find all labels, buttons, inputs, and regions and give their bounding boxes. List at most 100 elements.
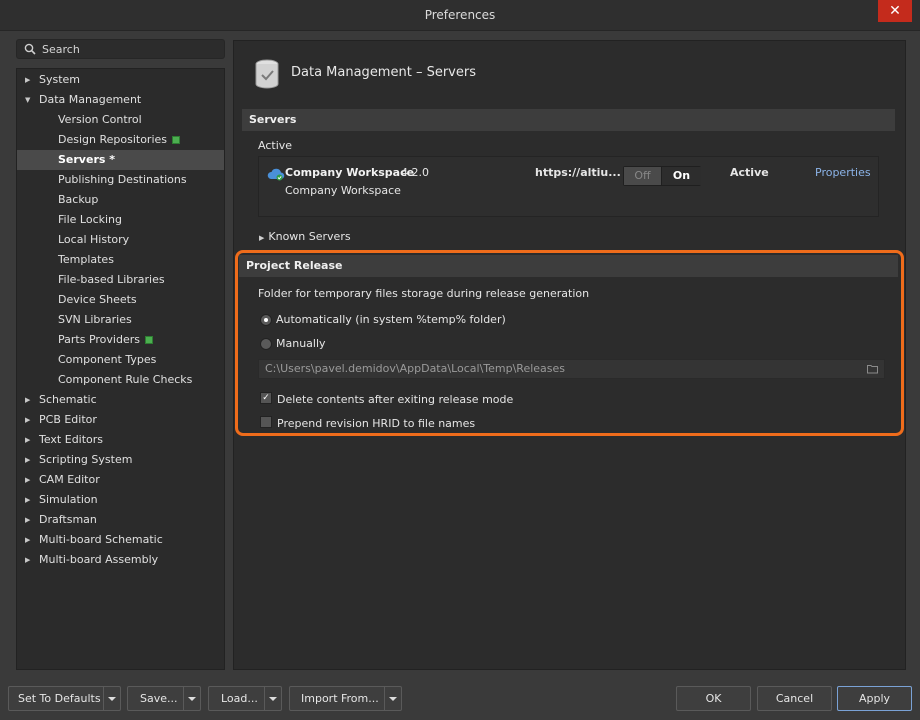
tree-item-label: Local History xyxy=(58,233,130,246)
tree-item-label: Text Editors xyxy=(39,433,104,446)
chevron-right-icon: ▶ xyxy=(259,234,265,242)
tree-item[interactable]: ▶ Schematic xyxy=(17,390,224,410)
tree-item-label: Servers * xyxy=(58,153,115,166)
tree-item-label: Device Sheets xyxy=(58,293,137,306)
title-bar: Preferences ✕ xyxy=(0,0,920,31)
cloud-icon xyxy=(267,168,285,181)
chevron-right-icon[interactable]: ▶ xyxy=(25,550,30,570)
tree-item[interactable]: Local History xyxy=(17,230,224,250)
tree-item[interactable]: ▼ Data Management xyxy=(17,90,224,110)
tree-item[interactable]: ▶ System xyxy=(17,70,224,90)
tree-item-label: PCB Editor xyxy=(39,413,97,426)
preferences-tree: ▶ System ▼ Data Management Version Control De… xyxy=(16,68,225,670)
tree-item[interactable]: ▶ PCB Editor xyxy=(17,410,224,430)
server-version: 4.2.0 xyxy=(401,166,429,179)
tree-item[interactable]: ▶ CAM Editor xyxy=(17,470,224,490)
server-status: Active xyxy=(730,166,769,179)
tree-item[interactable]: Design Repositories xyxy=(17,130,224,150)
cancel-button[interactable]: Cancel xyxy=(757,686,832,711)
tree-item-label: Scripting System xyxy=(39,453,133,466)
tree-item[interactable]: Servers * xyxy=(17,150,224,170)
tree-item[interactable]: Publishing Destinations xyxy=(17,170,224,190)
tree-item-label: System xyxy=(39,73,81,86)
tree-item-label: Component Rule Checks xyxy=(58,373,193,386)
tree-item-label: Data Management xyxy=(39,93,142,106)
toggle-off[interactable]: Off xyxy=(624,167,661,185)
tree-item-label: Schematic xyxy=(39,393,97,406)
chevron-down-icon[interactable]: ▼ xyxy=(25,90,30,110)
tree-item-label: Templates xyxy=(58,253,114,266)
close-button[interactable]: ✕ xyxy=(878,0,912,22)
tree-item-label: Design Repositories xyxy=(58,130,181,150)
tree-item[interactable]: Component Types xyxy=(17,350,224,370)
chevron-right-icon[interactable]: ▶ xyxy=(25,410,30,430)
chevron-down-icon[interactable] xyxy=(384,687,401,710)
tree-item[interactable]: Component Rule Checks xyxy=(17,370,224,390)
tree-item-label: Simulation xyxy=(39,493,98,506)
known-servers-label: Known Servers xyxy=(268,230,351,243)
tree-item[interactable]: Templates xyxy=(17,250,224,270)
chevron-down-icon[interactable] xyxy=(103,687,120,710)
tree-item-label: Draftsman xyxy=(39,513,97,526)
chevron-right-icon[interactable]: ▶ xyxy=(25,530,30,550)
tree-item[interactable]: ▶ Scripting System xyxy=(17,450,224,470)
servers-section-header: Servers xyxy=(242,109,895,131)
set-to-defaults-button[interactable]: Set To Defaults xyxy=(8,686,121,711)
chevron-down-icon[interactable] xyxy=(183,687,200,710)
status-badge-icon xyxy=(144,336,153,344)
chevron-down-icon[interactable] xyxy=(264,687,281,710)
search-field[interactable]: Search xyxy=(16,39,225,59)
chevron-right-icon[interactable]: ▶ xyxy=(25,470,30,490)
tree-item[interactable]: ▶ Multi-board Schematic xyxy=(17,530,224,550)
apply-button[interactable]: Apply xyxy=(837,686,912,711)
import-from-label: Import From... xyxy=(301,692,379,705)
toggle-on[interactable]: On xyxy=(661,167,701,185)
chevron-right-icon[interactable]: ▶ xyxy=(25,510,30,530)
tree-item-label: Version Control xyxy=(58,113,142,126)
tree-item[interactable]: Backup xyxy=(17,190,224,210)
tree-item-label: Multi-board Assembly xyxy=(39,553,159,566)
server-row: Company Workspace 4.2.0 Company Workspac… xyxy=(258,156,879,217)
tree-item-label: Backup xyxy=(58,193,99,206)
tree-item-label: Component Types xyxy=(58,353,157,366)
project-release-highlight xyxy=(235,250,904,436)
tree-item[interactable]: SVN Libraries xyxy=(17,310,224,330)
tree-item-label: Publishing Destinations xyxy=(58,173,187,186)
tree-item[interactable]: File-based Libraries xyxy=(17,270,224,290)
chevron-right-icon[interactable]: ▶ xyxy=(25,70,30,90)
tree-item[interactable]: File Locking xyxy=(17,210,224,230)
tree-item[interactable]: ▶ Simulation xyxy=(17,490,224,510)
server-database-icon xyxy=(255,59,279,89)
tree-item-label: SVN Libraries xyxy=(58,313,132,326)
tree-item[interactable]: Parts Providers xyxy=(17,330,224,350)
chevron-right-icon[interactable]: ▶ xyxy=(25,450,30,470)
save-label: Save... xyxy=(140,692,178,705)
ok-button[interactable]: OK xyxy=(676,686,751,711)
known-servers-expander[interactable]: ▶ Known Servers xyxy=(259,230,351,243)
close-icon: ✕ xyxy=(889,3,901,19)
tree-item[interactable]: ▶ Text Editors xyxy=(17,430,224,450)
server-name: Company Workspace xyxy=(285,166,415,179)
search-icon xyxy=(24,43,36,55)
tree-item[interactable]: ▶ Draftsman xyxy=(17,510,224,530)
tree-item[interactable]: ▶ Multi-board Assembly xyxy=(17,550,224,570)
tree-item-label: Parts Providers xyxy=(58,330,153,350)
save-button[interactable]: Save... xyxy=(127,686,201,711)
server-subtitle: Company Workspace xyxy=(285,184,401,197)
page-title: Data Management – Servers xyxy=(291,65,476,80)
chevron-right-icon[interactable]: ▶ xyxy=(25,490,30,510)
tree-item-label: File Locking xyxy=(58,213,122,226)
import-from-button[interactable]: Import From... xyxy=(289,686,402,711)
tree-item[interactable]: Device Sheets xyxy=(17,290,224,310)
chevron-right-icon[interactable]: ▶ xyxy=(25,390,30,410)
tree-item[interactable]: Version Control xyxy=(17,110,224,130)
server-toggle[interactable]: Off On xyxy=(623,166,701,186)
properties-link[interactable]: Properties xyxy=(815,166,871,179)
load-button[interactable]: Load... xyxy=(208,686,282,711)
search-placeholder: Search xyxy=(42,43,80,56)
status-badge-icon xyxy=(172,136,181,144)
server-url: https://altiu... xyxy=(535,166,621,179)
load-label: Load... xyxy=(221,692,258,705)
tree-item-label: CAM Editor xyxy=(39,473,100,486)
chevron-right-icon[interactable]: ▶ xyxy=(25,430,30,450)
